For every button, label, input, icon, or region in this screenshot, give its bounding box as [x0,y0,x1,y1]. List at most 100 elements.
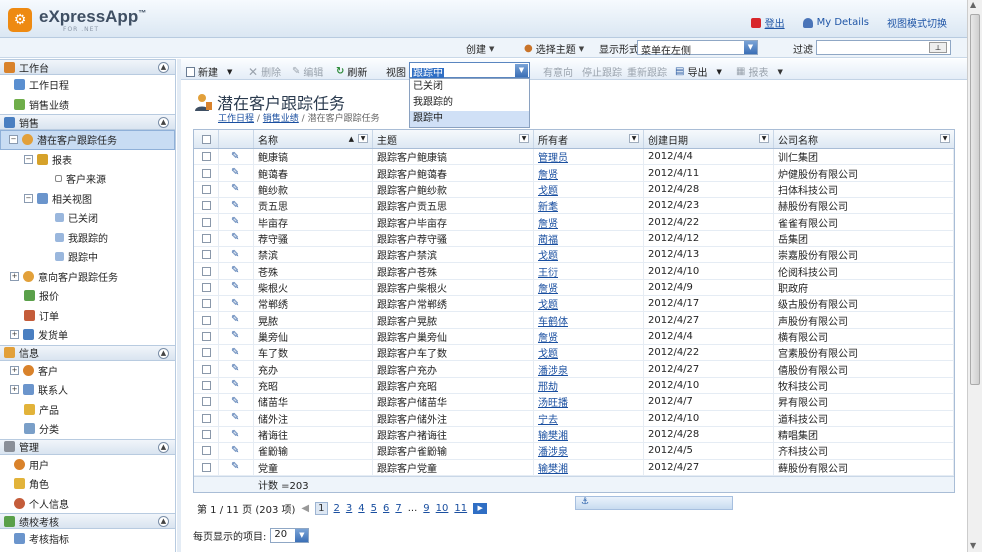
stop-tracking-button[interactable]: 停止跟踪 [582,64,622,79]
col-header-subject[interactable]: 主题 ▼ [373,130,534,148]
nav-item-contact[interactable]: + 联系人 [0,380,175,400]
table-row[interactable]: ✎ 褚诲往 跟踪客户褚诲往 输樊湘 2012/4/28 精唱集团 [194,426,954,444]
col-header-owner[interactable]: 所有者 ▼ [534,130,644,148]
row-checkbox[interactable] [194,426,219,443]
collapse-icon[interactable]: ▲ [158,516,169,527]
row-checkbox[interactable] [194,247,219,263]
export-button[interactable]: ▤ 导出 ▼ [675,64,722,79]
cell-owner[interactable]: 潘涉泉 [534,361,644,377]
collapse-icon[interactable]: ▲ [158,117,169,128]
filter-icon[interactable]: ▼ [358,134,368,143]
row-checkbox[interactable] [194,377,219,394]
expand-minus-icon[interactable]: − [24,193,33,203]
page-link[interactable]: 6 [383,503,389,514]
nav-item-product[interactable]: 产品 [0,400,175,420]
owner-link[interactable]: 宁去 [538,411,558,426]
row-edit-icon[interactable]: ✎ [219,377,254,394]
owner-link[interactable]: 新耄 [538,198,558,213]
row-edit-icon[interactable]: ✎ [219,230,254,247]
row-checkbox[interactable] [194,198,219,214]
page-link-current[interactable]: 1 [315,501,328,515]
owner-link[interactable]: 输樊湘 [538,427,568,442]
filter-input[interactable]: ⟂ [816,40,951,55]
retrack-button[interactable]: 重新跟踪 [627,64,667,79]
col-header-company[interactable]: 公司名称 ▼ [774,130,954,148]
row-edit-icon[interactable]: ✎ [219,459,254,475]
page-link[interactable]: 10 [436,503,449,514]
owner-link[interactable]: 蔺福 [538,231,558,246]
page-size-select[interactable]: 20 ▼ [270,527,310,543]
edit-button[interactable]: ✎ 编辑 [292,64,323,79]
owner-link[interactable]: 潘涉泉 [538,443,568,458]
display-select[interactable]: 菜单在左侧 ▼ [637,40,758,57]
cell-owner[interactable]: 戈题 [534,247,644,263]
nav-item-schedule[interactable]: 工作日程 [0,75,175,95]
table-row[interactable]: ✎ 贡五思 跟踪客户贡五思 新耄 2012/4/23 赫股份有限公司 [194,198,954,215]
page-link[interactable]: 3 [346,503,352,514]
filter-icon[interactable]: ▼ [519,134,529,143]
row-edit-icon[interactable]: ✎ [219,149,254,165]
nav-section-workbench[interactable]: 工作台 ▲ [0,59,175,75]
row-edit-icon[interactable]: ✎ [219,214,254,230]
owner-link[interactable]: 管理员 [538,149,568,164]
cell-owner[interactable]: 詹贤 [534,328,644,345]
table-row[interactable]: ✎ 车了数 跟踪客户车了数 戈题 2012/4/22 宫素股份有限公司 [194,345,954,362]
nav-item-roles[interactable]: 角色 [0,474,175,494]
nav-item-leads[interactable]: − 潜在客户跟踪任务 [0,130,175,150]
first-page-icon[interactable]: ◀ [301,503,309,514]
cell-owner[interactable]: 戈题 [534,345,644,361]
refresh-button[interactable]: ↻ 刷新 [336,64,367,79]
row-checkbox[interactable] [194,394,219,410]
collapse-icon[interactable]: ▲ [158,347,169,359]
select-all-checkbox[interactable] [194,130,219,148]
table-row[interactable]: ✎ 充办 跟踪客户充办 潘涉泉 2012/4/27 僖股份有限公司 [194,361,954,378]
filter-icon[interactable]: ▼ [940,134,950,143]
cell-owner[interactable]: 詹贤 [534,279,644,296]
nav-item-category[interactable]: 分类 [0,419,175,439]
table-row[interactable]: ✎ 晃脓 跟踪客户晃脓 车鹤体 2012/4/27 声股份有限公司 [194,312,954,329]
page-scrollbar[interactable]: ▲ ▼ [967,0,982,552]
row-edit-icon[interactable]: ✎ [219,263,254,279]
row-checkbox[interactable] [194,443,219,459]
page-link[interactable]: 4 [358,503,364,514]
cell-owner[interactable]: 戈题 [534,296,644,312]
cell-owner[interactable]: 詹贤 [534,214,644,230]
row-checkbox[interactable] [194,214,219,230]
view-option-closed[interactable]: 已关闭 [410,79,529,95]
breadcrumb-sales[interactable]: 销售业绩 [263,114,299,124]
nav-item-closed[interactable]: 已关闭 [0,208,175,228]
row-edit-icon[interactable]: ✎ [219,345,254,361]
nav-item-sales-perf[interactable]: 销售业绩 [0,95,175,115]
collapse-icon[interactable]: ▲ [158,441,169,453]
next-page-icon[interactable]: ▶ [473,502,488,514]
col-header-date[interactable]: 创建日期 ▼ [644,130,774,148]
filter-go-icon[interactable]: ⟂ [929,42,947,53]
nav-item-intent[interactable]: + 意向客户跟踪任务 [0,267,175,287]
nav-item-shipment[interactable]: + 发货单 [0,325,175,345]
nav-section-kpi[interactable]: 绩校考核 ▲ [0,513,175,529]
owner-link[interactable]: 詹贤 [538,280,558,295]
expand-plus-icon[interactable]: + [10,385,19,395]
table-row[interactable]: ✎ 储外注 跟踪客户储外注 宁去 2012/4/10 道科技公司 [194,410,954,427]
table-row[interactable]: ✎ 常郸绣 跟踪客户常郸绣 戈题 2012/4/17 级古股份有限公司 [194,296,954,313]
owner-link[interactable]: 戈题 [538,345,558,360]
theme-menu[interactable]: ● 选择主题 ▼ [524,41,584,56]
cell-owner[interactable]: 输樊湘 [534,459,644,475]
owner-link[interactable]: 王衍 [538,264,558,279]
row-checkbox[interactable] [194,263,219,279]
table-row[interactable]: ✎ 充昭 跟踪客户充昭 邢劫 2012/4/10 牧科技公司 [194,377,954,395]
scroll-down-icon[interactable]: ▼ [970,541,976,550]
row-checkbox[interactable] [194,149,219,165]
cell-owner[interactable]: 王衍 [534,263,644,279]
cell-owner[interactable]: 车鹤体 [534,312,644,328]
nav-section-admin[interactable]: 管理 ▲ [0,438,175,455]
row-edit-icon[interactable]: ✎ [219,165,254,181]
table-row[interactable]: ✎ 雀鼢输 跟踪客户雀鼢输 潘涉泉 2012/4/5 齐科技公司 [194,443,954,460]
table-row[interactable]: ✎ 鲍蔼春 跟踪客户鲍蔼春 詹贤 2012/4/11 炉健股份有限公司 [194,165,954,182]
page-link[interactable]: 11 [454,503,467,514]
nav-item-tracking[interactable]: 跟踪中 [0,247,175,267]
nav-item-profile[interactable]: 个人信息 [0,494,175,514]
view-select[interactable]: 跟踪中 ▼ [409,62,530,79]
owner-link[interactable]: 詹贤 [538,215,558,230]
scroll-up-icon[interactable]: ▲ [970,0,976,9]
